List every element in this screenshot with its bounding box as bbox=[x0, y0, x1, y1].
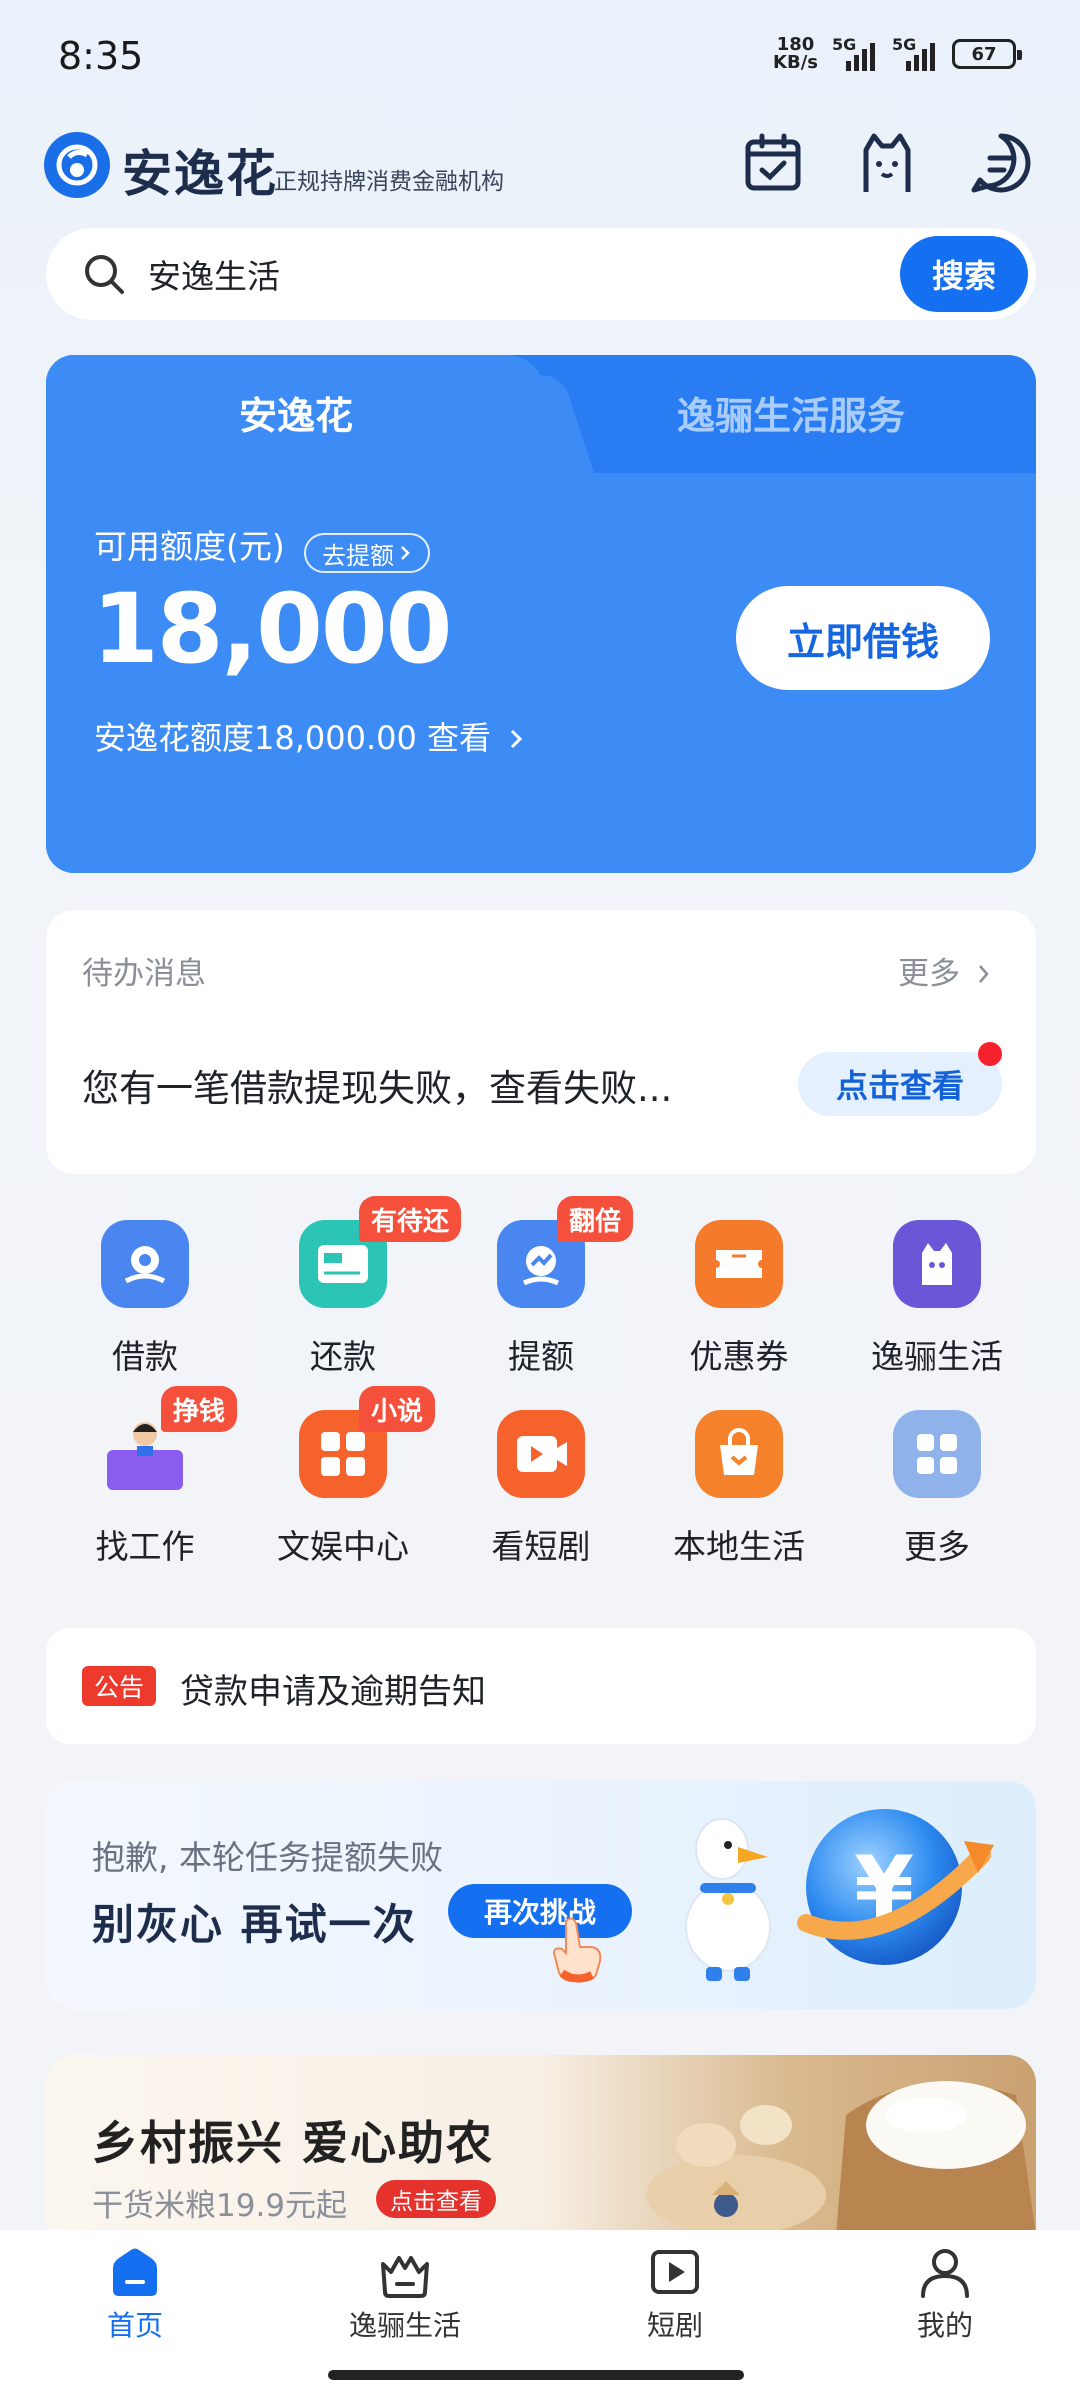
job-icon: 挣钱 bbox=[101, 1386, 238, 1498]
view-details-button[interactable]: 点击查看 bbox=[798, 1052, 1002, 1116]
unread-dot bbox=[978, 1042, 1002, 1066]
pending-message[interactable]: 您有一笔借款提现失败，查看失败... bbox=[82, 1058, 722, 1112]
nav-short-drama[interactable]: 短剧 bbox=[540, 2244, 810, 2344]
rice-product-image bbox=[646, 2081, 1036, 2235]
battery-icon: 67 bbox=[952, 39, 1022, 69]
message-icon[interactable] bbox=[968, 130, 1034, 196]
signal-icon: 5G bbox=[892, 35, 938, 71]
farm-view-button[interactable]: 点击查看 bbox=[376, 2180, 496, 2218]
raise-limit-button[interactable]: 去提额 bbox=[304, 533, 430, 573]
search-bar[interactable]: 安逸生活 搜索 bbox=[46, 228, 1036, 320]
badge: 小说 bbox=[359, 1386, 436, 1432]
tab-life-service[interactable]: 逸骊生活服务 bbox=[546, 385, 1036, 440]
home-icon bbox=[107, 2244, 163, 2300]
grid-item-raise[interactable]: 翻倍 提额 bbox=[442, 1196, 640, 1378]
badge: 翻倍 bbox=[557, 1196, 634, 1242]
profile-icon bbox=[917, 2244, 973, 2300]
bottom-nav: 首页 逸骊生活 短剧 我的 bbox=[0, 2230, 1080, 2355]
short-drama-icon bbox=[497, 1410, 585, 1498]
grid-item-more[interactable]: 更多 bbox=[838, 1410, 1036, 1568]
challenge-subtitle: 抱歉, 本轮任务提额失败 bbox=[92, 1838, 443, 1877]
farm-subtitle: 干货米粮19.9元起 bbox=[92, 2188, 348, 2224]
notice-tag: 公告 bbox=[82, 1666, 157, 1706]
notice-text: 贷款申请及逾期告知 bbox=[180, 1672, 486, 1712]
grid-item-coupon[interactable]: 优惠券 bbox=[640, 1220, 838, 1378]
grid-item-entertainment[interactable]: 小说 文娱中心 bbox=[244, 1386, 442, 1568]
grid-item-loan[interactable]: 借款 bbox=[46, 1220, 244, 1378]
loan-icon bbox=[101, 1220, 189, 1308]
grid-item-short-drama[interactable]: 看短剧 bbox=[442, 1410, 640, 1568]
app-header: 安逸花 正规持牌消费金融机构 bbox=[44, 130, 1036, 203]
pointing-hand-icon bbox=[552, 1917, 602, 1983]
farm-banner[interactable]: 乡村振兴 爱心助农 干货米粮19.9元起 点击查看 bbox=[46, 2055, 1036, 2235]
pending-messages-card: 待办消息 更多 您有一笔借款提现失败，查看失败... 点击查看 bbox=[46, 910, 1036, 1174]
grid-item-life[interactable]: 逸骊生活 bbox=[838, 1220, 1036, 1378]
nav-profile[interactable]: 我的 bbox=[810, 2244, 1080, 2344]
nav-life[interactable]: 逸骊生活 bbox=[270, 2244, 540, 2344]
life-icon bbox=[893, 1220, 981, 1308]
local-life-icon bbox=[695, 1410, 783, 1498]
limit-detail-link[interactable]: 安逸花额度18,000.00 查看 bbox=[94, 713, 525, 759]
search-button[interactable]: 搜索 bbox=[900, 236, 1028, 312]
grid-item-repay[interactable]: 有待还 还款 bbox=[244, 1196, 462, 1378]
repay-icon: 有待还 bbox=[299, 1196, 462, 1308]
tab-anyihua[interactable]: 安逸花 bbox=[46, 385, 546, 440]
yuan-globe-icon: ¥ bbox=[797, 1809, 994, 1965]
status-bar: 8:35 180 KB/s 5G 5G 67 bbox=[0, 0, 1080, 110]
signal-icon: 5G bbox=[832, 35, 878, 71]
credit-amount: 18,000 bbox=[92, 573, 452, 685]
more-grid-icon bbox=[893, 1410, 981, 1498]
status-time: 8:35 bbox=[58, 34, 144, 78]
app-slogan: 正规持牌消费金融机构 bbox=[274, 169, 504, 195]
challenge-banner[interactable]: 抱歉, 本轮任务提额失败 别灰心 再试一次 再次挑战 ¥ bbox=[46, 1781, 1036, 2009]
raise-icon: 翻倍 bbox=[497, 1196, 634, 1308]
chevron-right-icon bbox=[401, 546, 410, 560]
nav-home[interactable]: 首页 bbox=[0, 2244, 270, 2344]
borrow-now-button[interactable]: 立即借钱 bbox=[736, 586, 990, 690]
grid-item-job[interactable]: 挣钱 找工作 bbox=[46, 1386, 244, 1568]
play-icon bbox=[647, 2244, 703, 2300]
available-credit-label: 可用额度(元) bbox=[94, 527, 285, 566]
credit-card: 安逸花 逸骊生活服务 可用额度(元) 去提额 18,000 立即借钱 安逸花额度… bbox=[46, 355, 1036, 873]
pending-title: 待办消息 bbox=[82, 956, 206, 992]
farm-title: 乡村振兴 爱心助农 bbox=[92, 2116, 495, 2170]
app-name: 安逸花 bbox=[122, 145, 278, 203]
calendar-icon[interactable] bbox=[740, 130, 806, 196]
network-speed: 180 KB/s bbox=[773, 34, 818, 73]
status-indicators: 180 KB/s 5G 5G 67 bbox=[773, 34, 1022, 73]
mascot-goose-icon bbox=[685, 1818, 771, 1981]
pending-more-link[interactable]: 更多 bbox=[898, 948, 992, 993]
chevron-right-icon bbox=[979, 965, 989, 983]
notice-bar[interactable]: 公告 贷款申请及逾期告知 bbox=[46, 1628, 1036, 1744]
search-input[interactable]: 安逸生活 bbox=[148, 250, 280, 298]
basket-icon bbox=[377, 2244, 433, 2300]
chevron-right-icon bbox=[511, 729, 523, 749]
badge: 挣钱 bbox=[161, 1386, 238, 1432]
search-icon bbox=[82, 252, 126, 300]
challenge-title: 别灰心 再试一次 bbox=[92, 1900, 417, 1949]
app-logo-icon bbox=[44, 132, 110, 198]
mascot-icon[interactable] bbox=[854, 130, 920, 196]
coupon-icon bbox=[695, 1220, 783, 1308]
grid-item-local-life[interactable]: 本地生活 bbox=[640, 1410, 838, 1568]
entertainment-icon: 小说 bbox=[299, 1386, 436, 1498]
gesture-bar[interactable] bbox=[328, 2370, 744, 2380]
